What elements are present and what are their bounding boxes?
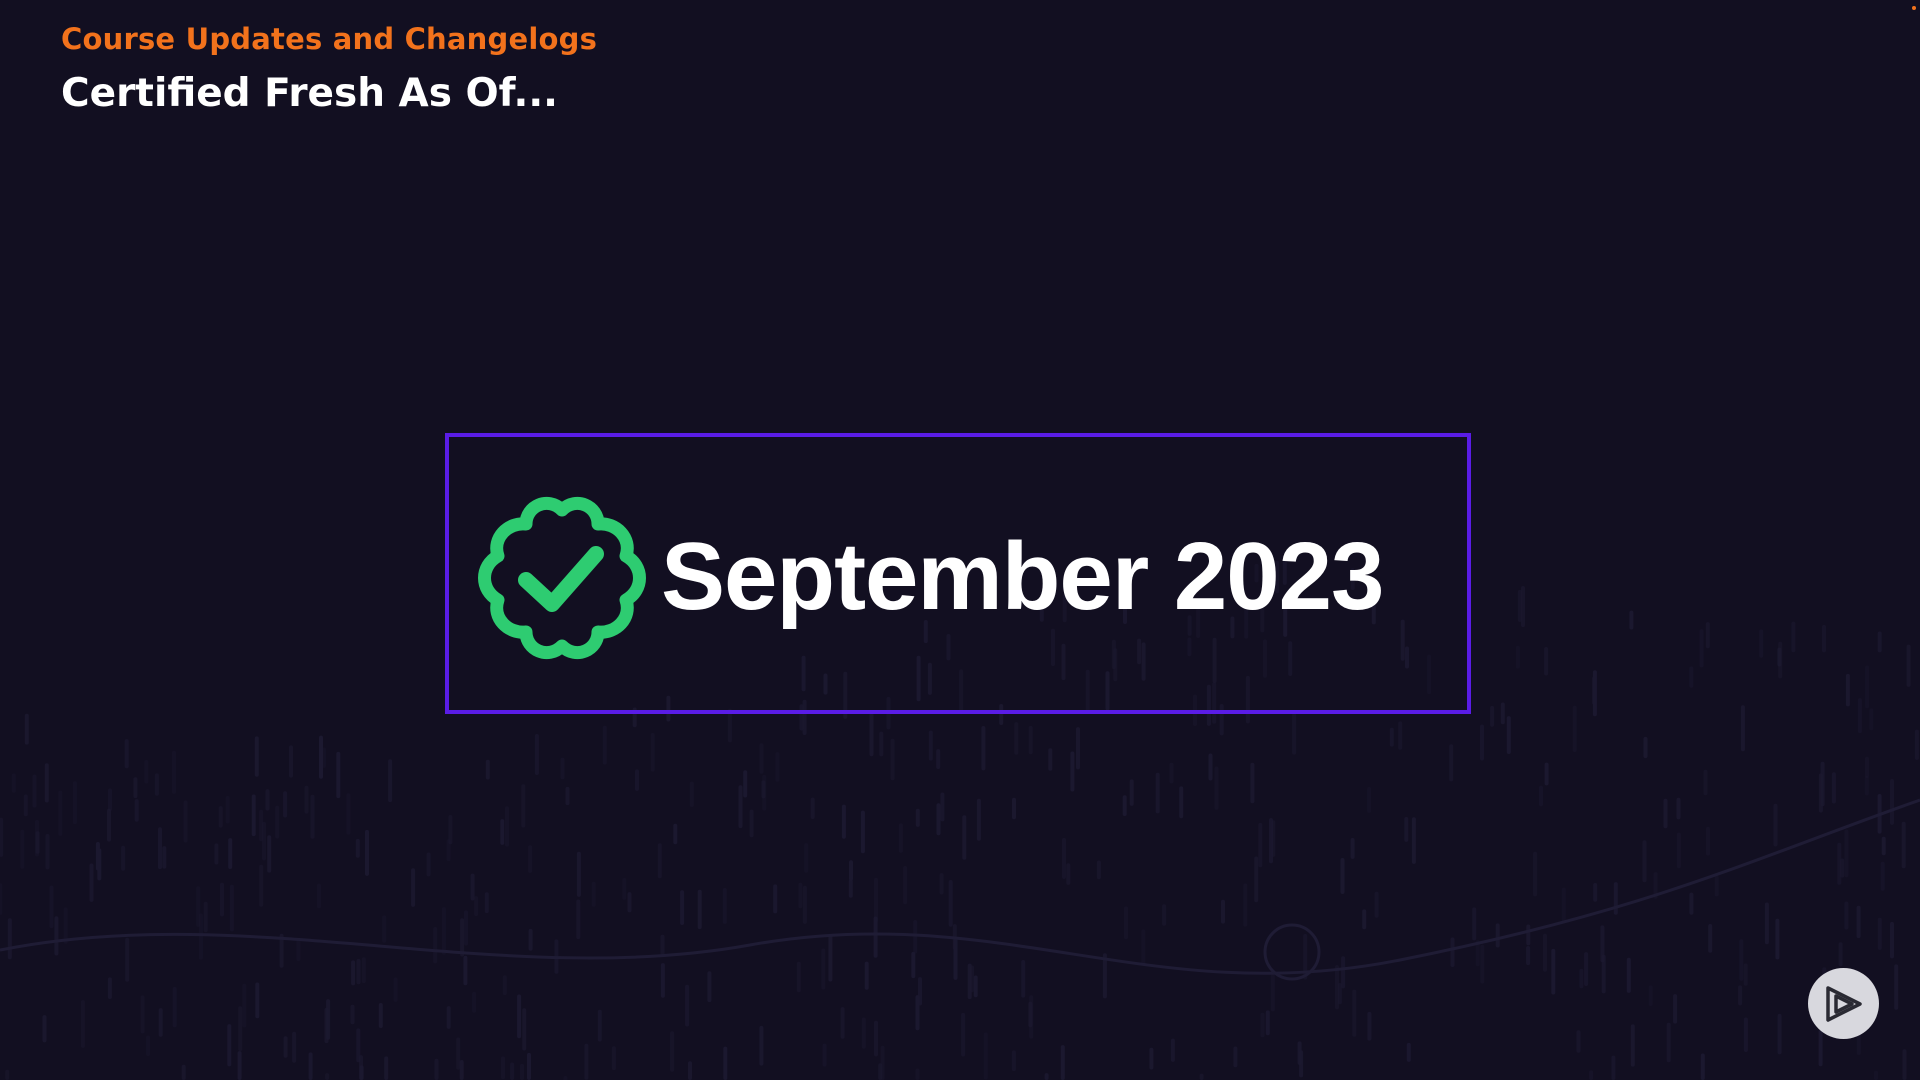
certified-date: September 2023	[661, 523, 1384, 630]
slide: Course Updates and Changelogs Certified …	[0, 0, 1920, 1080]
verified-badge-icon	[478, 497, 646, 659]
play-logo-icon	[1825, 985, 1862, 1022]
corner-indicator-dot	[1912, 6, 1916, 10]
date-card: September 2023	[445, 433, 1471, 714]
slide-title: Certified Fresh As Of...	[61, 70, 558, 116]
slide-header: Course Updates and Changelogs Certified …	[61, 22, 597, 118]
play-button[interactable]	[1808, 968, 1879, 1039]
section-eyebrow: Course Updates and Changelogs	[61, 22, 598, 56]
